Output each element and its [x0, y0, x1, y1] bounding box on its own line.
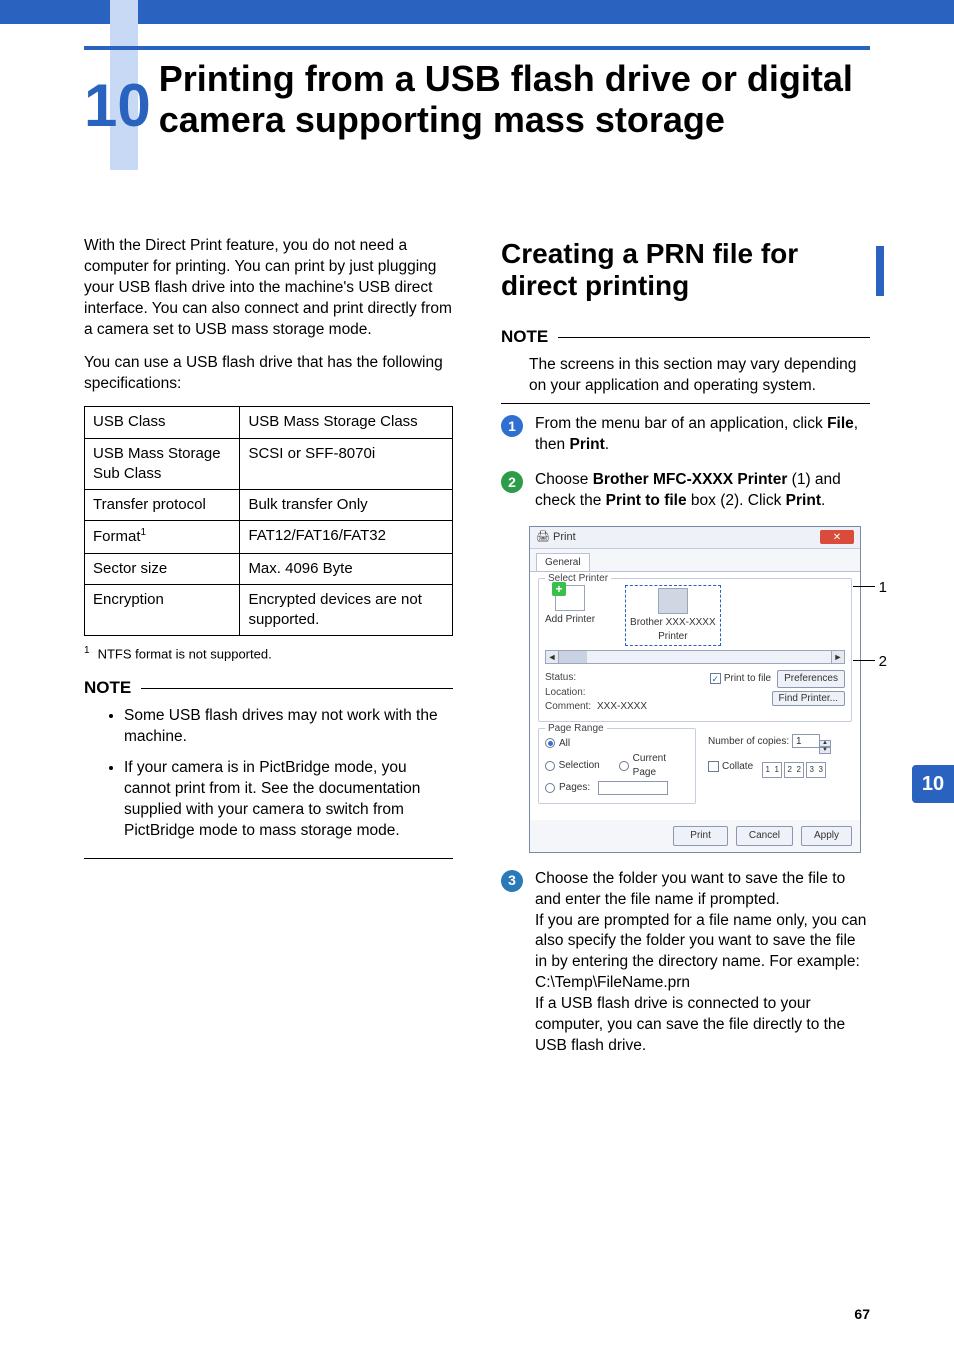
chapter-number: 10 — [84, 58, 151, 136]
note-header: NOTE — [501, 326, 870, 349]
add-printer[interactable]: Add Printer — [545, 585, 595, 627]
table-row: Format1 FAT12/FAT16/FAT32 — [85, 521, 453, 553]
collate-icon: 11 22 33 — [762, 762, 826, 778]
printer-scrollbar[interactable]: ◄ ► — [545, 650, 845, 664]
close-icon[interactable]: ✕ — [820, 530, 854, 544]
radio-current-page[interactable] — [619, 761, 629, 771]
spec-value: Max. 4096 Byte — [240, 553, 453, 584]
pages-input[interactable] — [598, 781, 668, 795]
section-title-rule — [876, 246, 884, 296]
print-to-file-checkbox[interactable]: ✓Print to file — [710, 670, 771, 688]
spec-key: Format1 — [85, 521, 240, 553]
note-label: NOTE — [84, 677, 131, 700]
spec-key: Encryption — [85, 584, 240, 636]
page-number: 67 — [854, 1306, 870, 1322]
table-row: USB Class USB Mass Storage Class — [85, 407, 453, 438]
spec-value: FAT12/FAT16/FAT32 — [240, 521, 453, 553]
note-label: NOTE — [501, 326, 548, 349]
comment-label: Comment: — [545, 700, 597, 714]
step-3-text: Choose the folder you want to save the f… — [535, 869, 870, 1057]
note-bullet: If your camera is in PictBridge mode, yo… — [124, 758, 453, 842]
step-2-text: Choose Brother MFC-XXXX Printer (1) and … — [535, 470, 870, 512]
radio-pages[interactable]: Pages: — [545, 781, 689, 795]
spec-value: SCSI or SFF-8070i — [240, 438, 453, 490]
spec-key: USB Mass Storage Sub Class — [85, 438, 240, 490]
find-printer-button[interactable]: Find Printer... — [772, 691, 845, 706]
radio-all[interactable]: All — [545, 737, 689, 751]
step-1: 1 From the menu bar of an application, c… — [501, 414, 870, 456]
brother-printer[interactable]: Brother XXX-XXXX Printer — [625, 585, 721, 646]
intro-paragraph-1: With the Direct Print feature, you do no… — [84, 236, 453, 341]
location-label: Location: — [545, 686, 597, 700]
apply-button[interactable]: Apply — [801, 826, 852, 846]
note-body: The screens in this section may vary dep… — [501, 349, 870, 404]
group-page-range: Page Range — [545, 722, 607, 736]
chapter-heading: 10 Printing from a USB flash drive or di… — [84, 58, 870, 141]
table-row: Transfer protocol Bulk transfer Only — [85, 490, 453, 521]
step-number-1: 1 — [501, 415, 523, 437]
intro-paragraph-2: You can use a USB flash drive that has t… — [84, 353, 453, 395]
note-header: NOTE — [84, 677, 453, 700]
table-row: USB Mass Storage Sub Class SCSI or SFF-8… — [85, 438, 453, 490]
preferences-button[interactable]: Preferences — [777, 670, 845, 688]
note-body: Some USB flash drives may not work with … — [84, 700, 453, 859]
num-copies-label: Number of copies: — [708, 736, 789, 747]
tab-general[interactable]: General — [536, 553, 590, 572]
footnote: 1NTFS format is not supported. — [84, 644, 453, 663]
print-button[interactable]: Print — [673, 826, 728, 846]
callout-1: 1 — [879, 578, 887, 598]
step-2: 2 Choose Brother MFC-XXXX Printer (1) an… — [501, 470, 870, 512]
cancel-button[interactable]: Cancel — [736, 826, 793, 846]
step-1-text: From the menu bar of an application, cli… — [535, 414, 870, 456]
copies-spinner[interactable]: ▲▼ — [819, 740, 831, 754]
copies-input[interactable]: 1 — [792, 734, 820, 748]
step-number-3: 3 — [501, 870, 523, 892]
heading-rule — [84, 46, 870, 50]
spec-value: USB Mass Storage Class — [240, 407, 453, 438]
left-column: With the Direct Print feature, you do no… — [84, 236, 453, 1288]
top-blue-bar — [0, 0, 954, 24]
collate-checkbox[interactable]: Collate — [708, 760, 753, 774]
note-bullet: Some USB flash drives may not work with … — [124, 706, 453, 748]
table-row: Sector size Max. 4096 Byte — [85, 553, 453, 584]
radio-selection[interactable] — [545, 761, 555, 771]
spec-key: Transfer protocol — [85, 490, 240, 521]
chapter-title: Printing from a USB flash drive or digit… — [151, 58, 870, 141]
side-tab: 10 — [912, 765, 954, 803]
step-number-2: 2 — [501, 471, 523, 493]
spec-key: USB Class — [85, 407, 240, 438]
dialog-title: 🖨 Print — [536, 530, 576, 545]
callout-2: 2 — [879, 652, 887, 672]
spec-value: Bulk transfer Only — [240, 490, 453, 521]
right-column: Creating a PRN file for direct printing … — [501, 236, 870, 1288]
table-row: Encryption Encrypted devices are not sup… — [85, 584, 453, 636]
spec-table: USB Class USB Mass Storage Class USB Mas… — [84, 406, 453, 636]
comment-value: XXX-XXXX — [597, 700, 647, 714]
spec-value: Encrypted devices are not supported. — [240, 584, 453, 636]
step-3: 3 Choose the folder you want to save the… — [501, 869, 870, 1057]
print-dialog-screenshot: 🖨 Print ✕ General Select Printer Add Pri… — [529, 526, 861, 853]
spec-key: Sector size — [85, 553, 240, 584]
status-label: Status: — [545, 671, 597, 685]
section-title: Creating a PRN file for direct printing — [501, 238, 870, 302]
